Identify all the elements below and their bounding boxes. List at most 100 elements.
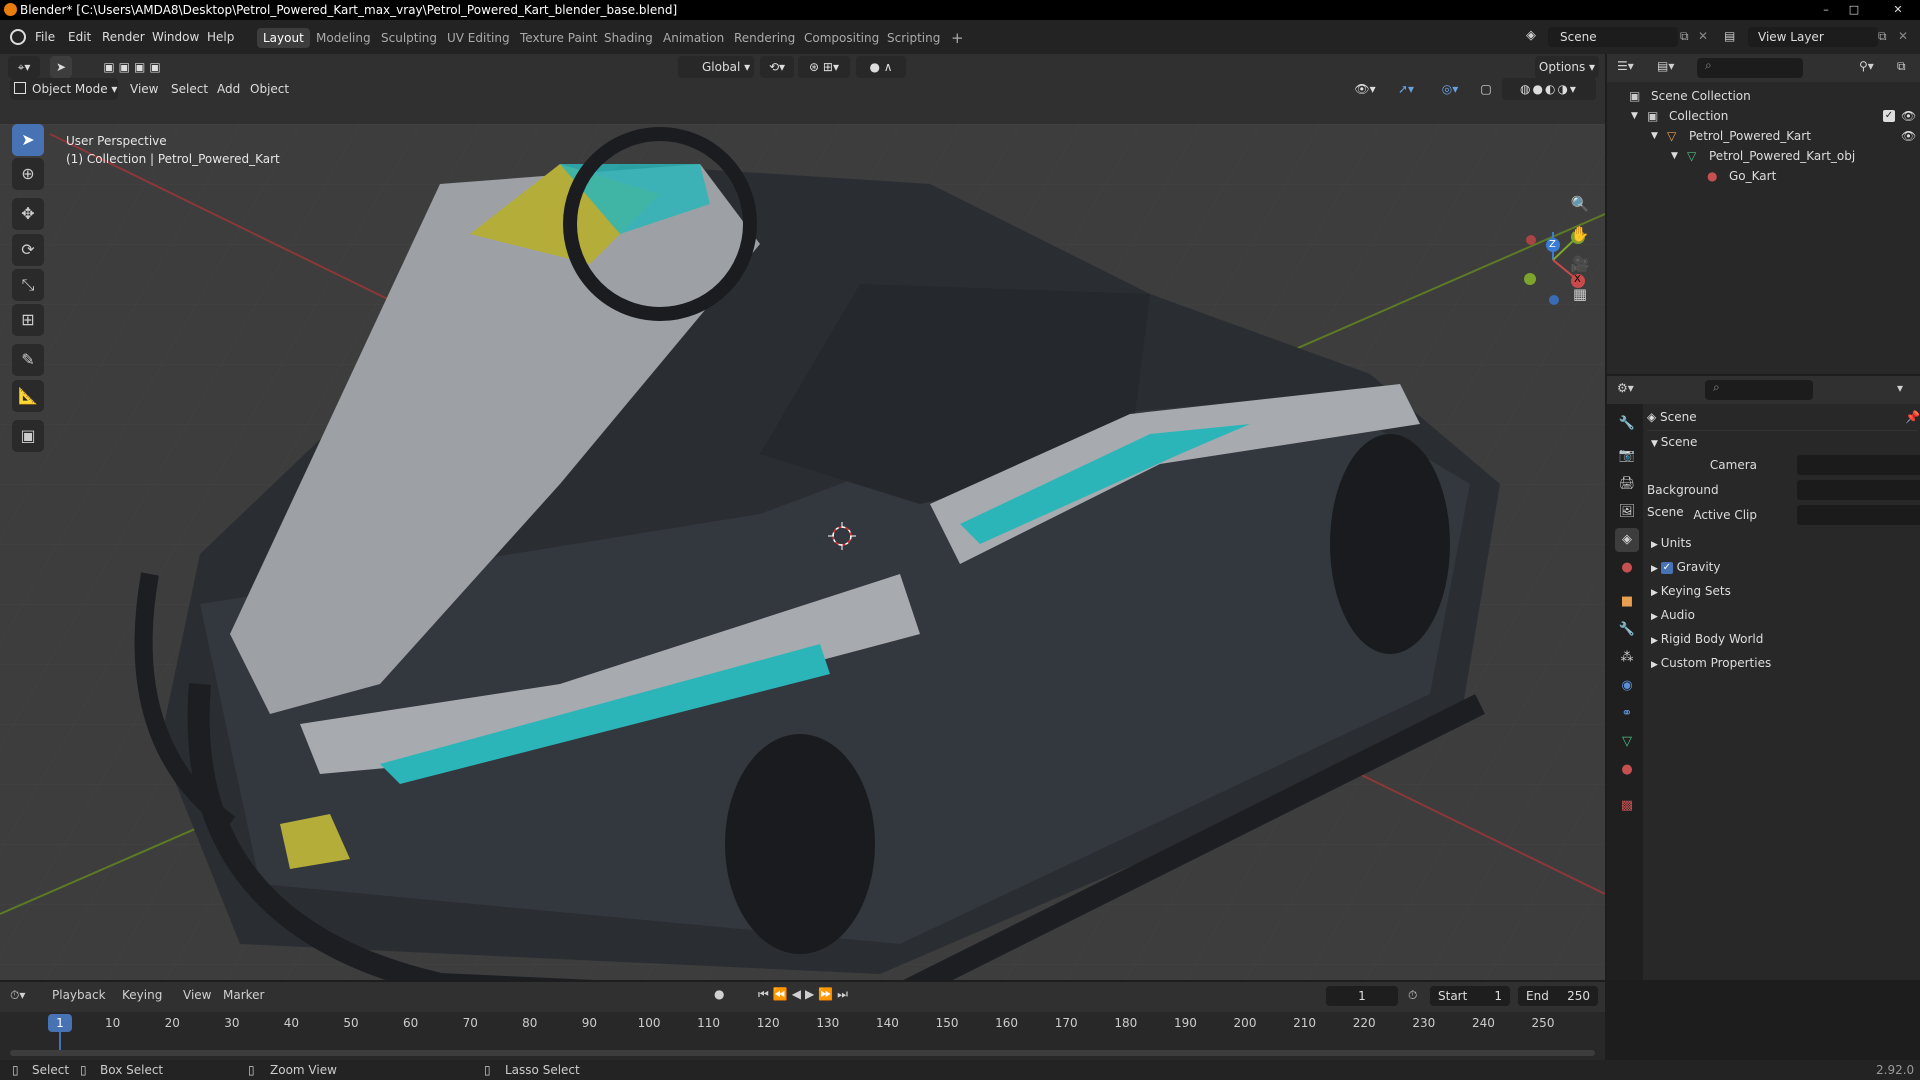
scene-tab-icon[interactable]: ◈: [1615, 528, 1639, 552]
tab-uv-editing[interactable]: UV Editing: [441, 28, 516, 48]
timeline-menu-keying[interactable]: Keying: [122, 988, 162, 1002]
current-frame-field[interactable]: 1: [1326, 986, 1398, 1006]
properties-search-field[interactable]: ⌕: [1705, 380, 1813, 400]
active-clip-field[interactable]: [1797, 505, 1920, 525]
cursor-tool[interactable]: ⊕: [12, 158, 44, 190]
zoom-icon[interactable]: 🔍: [1566, 190, 1594, 218]
expand-arrow-icon[interactable]: ▼: [1631, 106, 1638, 126]
perspective-toggle-icon[interactable]: ▦: [1566, 280, 1594, 308]
tab-texture-paint[interactable]: Texture Paint: [514, 28, 603, 48]
maximize-button[interactable]: □: [1843, 2, 1865, 18]
scale-tool[interactable]: ⤡: [12, 269, 44, 301]
options-dropdown[interactable]: Options ▾: [1535, 56, 1599, 78]
outliner-collection[interactable]: ▼ ▣ Collection ✓ 👁: [1607, 106, 1920, 126]
tab-modeling[interactable]: Modeling: [310, 28, 377, 48]
custom-properties-subpanel[interactable]: ▶ Custom Properties: [1647, 652, 1917, 674]
record-button[interactable]: ●: [714, 987, 724, 1001]
gravity-checkbox[interactable]: ✓: [1660, 561, 1673, 574]
properties-editor-type-icon[interactable]: ⚙▾: [1617, 381, 1634, 395]
tab-animation[interactable]: Animation: [657, 28, 730, 48]
selection-mode-icons[interactable]: ▣▣▣▣: [86, 56, 182, 78]
tab-rendering[interactable]: Rendering: [728, 28, 801, 48]
material-tab-icon[interactable]: ●: [1615, 758, 1639, 782]
object-tab-icon[interactable]: ■: [1615, 590, 1639, 614]
timeline-editor-type-icon[interactable]: ⏱▾: [10, 988, 25, 1003]
texture-tab-icon[interactable]: ▩: [1615, 794, 1639, 818]
visibility-eye-icon[interactable]: 👁: [1901, 106, 1916, 126]
menu-edit[interactable]: Edit: [64, 28, 95, 46]
new-scene-icon[interactable]: ⧉: [1680, 29, 1689, 44]
overlay-toggle-icon[interactable]: ◎▾: [1430, 78, 1470, 100]
object-mode-dropdown[interactable]: Object Mode ▾: [10, 78, 118, 100]
outliner-scene-collection[interactable]: ▣ Scene Collection: [1607, 86, 1920, 106]
add-cube-tool[interactable]: ▣: [12, 420, 44, 452]
pan-hand-icon[interactable]: ✋: [1566, 220, 1594, 248]
exclude-checkbox[interactable]: ✓: [1883, 110, 1895, 122]
display-mode-icon[interactable]: ▤▾: [1657, 59, 1674, 73]
menu-render[interactable]: Render: [98, 28, 149, 46]
timeline-menu-playback[interactable]: Playback: [52, 988, 106, 1002]
measure-tool[interactable]: 📐: [12, 380, 44, 412]
view-layer-selector[interactable]: View Layer: [1748, 27, 1878, 47]
properties-options-icon[interactable]: ▾: [1897, 381, 1903, 395]
tab-compositing[interactable]: Compositing: [798, 28, 885, 48]
delete-scene-icon[interactable]: ✕: [1698, 29, 1708, 43]
add-workspace-button[interactable]: +: [945, 28, 970, 48]
blender-menu-icon[interactable]: [10, 29, 26, 45]
close-button[interactable]: ✕: [1880, 2, 1916, 18]
audio-subpanel[interactable]: ▶ Audio: [1647, 604, 1917, 626]
transform-orientation-dropdown[interactable]: Global ▾: [678, 56, 754, 78]
camera-view-icon[interactable]: 🎥: [1566, 250, 1594, 278]
outliner-search-field[interactable]: ⌕: [1697, 58, 1803, 78]
pivot-point-icon[interactable]: ⟲▾: [760, 56, 794, 78]
transform-tool[interactable]: ⊞: [12, 304, 44, 336]
new-collection-icon[interactable]: ⧉: [1897, 59, 1906, 74]
move-tool[interactable]: ✥: [12, 198, 44, 230]
world-tab-icon[interactable]: ●: [1615, 556, 1639, 580]
outliner-editor-type-icon[interactable]: ☰▾: [1617, 59, 1634, 73]
select-box-tool[interactable]: ➤: [12, 124, 44, 156]
scene-panel-header[interactable]: ▼ Scene: [1647, 430, 1917, 452]
preview-range-icon[interactable]: ⏱: [1408, 988, 1417, 1003]
filter-icon[interactable]: ⚲▾: [1859, 59, 1874, 73]
gizmo-toggle-icon[interactable]: ➚▾: [1386, 78, 1426, 100]
tool-tab-icon[interactable]: 🔧: [1615, 412, 1639, 436]
tab-layout[interactable]: Layout: [257, 28, 310, 48]
visibility-icon[interactable]: 👁▾: [1350, 78, 1380, 100]
constraints-tab-icon[interactable]: ⚭: [1615, 702, 1639, 726]
keying-sets-subpanel[interactable]: ▶ Keying Sets: [1647, 580, 1917, 602]
timeline-menu-marker[interactable]: Marker: [223, 988, 264, 1002]
xray-toggle-icon[interactable]: ▢: [1476, 78, 1496, 100]
minimize-button[interactable]: –: [1815, 2, 1837, 18]
viewport-menu-view[interactable]: View: [130, 78, 158, 100]
data-tab-icon[interactable]: ▽: [1615, 730, 1639, 754]
timeline-menu-view[interactable]: View: [183, 988, 211, 1002]
viewport-menu-add[interactable]: Add: [217, 78, 240, 100]
particles-tab-icon[interactable]: ⁂: [1615, 646, 1639, 670]
select-tool-icon[interactable]: ➤: [50, 56, 72, 78]
expand-arrow-icon[interactable]: ▼: [1651, 126, 1658, 146]
visibility-eye-icon[interactable]: 👁: [1901, 126, 1916, 146]
menu-file[interactable]: File: [31, 28, 59, 46]
3d-viewport[interactable]: Z Y X User Perspective (1) Collection | …: [0, 124, 1605, 980]
render-tab-icon[interactable]: 📷: [1615, 444, 1639, 468]
menu-window[interactable]: Window: [148, 28, 203, 46]
background-scene-field[interactable]: [1797, 480, 1920, 500]
delete-view-layer-icon[interactable]: ✕: [1898, 29, 1908, 43]
view-layer-tab-icon[interactable]: 🖼: [1615, 500, 1639, 524]
rigid-body-world-subpanel[interactable]: ▶ Rigid Body World: [1647, 628, 1917, 650]
outliner-item-kart-obj[interactable]: ▼ ▽ Petrol_Powered_Kart_obj: [1607, 146, 1920, 166]
new-view-layer-icon[interactable]: ⧉: [1878, 29, 1887, 44]
viewport-menu-object[interactable]: Object: [250, 78, 289, 100]
expand-arrow-icon[interactable]: ▼: [1671, 146, 1678, 166]
tab-shading[interactable]: Shading: [598, 28, 659, 48]
pin-icon[interactable]: 📌: [1905, 406, 1920, 428]
tab-sculpting[interactable]: Sculpting: [375, 28, 443, 48]
annotate-tool[interactable]: ✎: [12, 344, 44, 376]
rotate-tool[interactable]: ⟳: [12, 234, 44, 266]
physics-tab-icon[interactable]: ◉: [1615, 674, 1639, 698]
scene-selector[interactable]: Scene: [1548, 27, 1678, 47]
shading-mode-icons[interactable]: ◍●◐◑▾: [1502, 78, 1596, 100]
output-tab-icon[interactable]: 🖨: [1615, 472, 1639, 496]
gravity-subpanel[interactable]: ▶ ✓ Gravity: [1647, 556, 1917, 578]
